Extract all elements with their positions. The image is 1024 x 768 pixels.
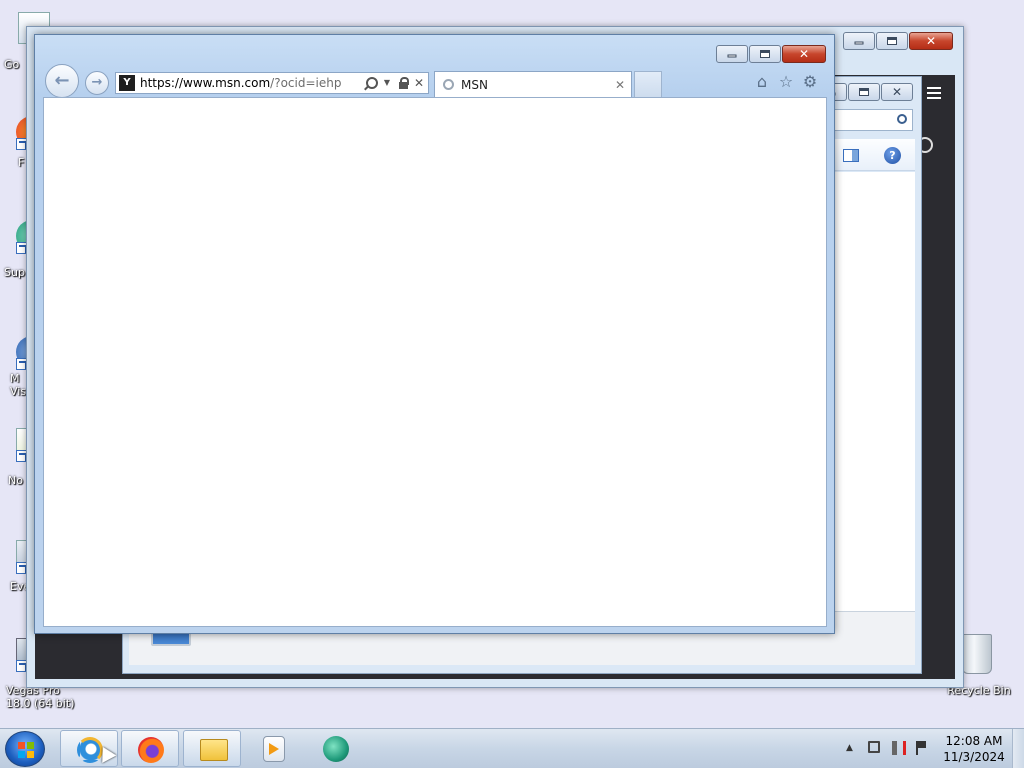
stop-icon[interactable]: ✕ bbox=[412, 75, 426, 91]
back-arrow-icon: ← bbox=[54, 70, 70, 91]
app-icon bbox=[323, 736, 349, 762]
address-url[interactable]: https://www.msn.com/?ocid=iehp bbox=[140, 76, 364, 90]
tab-close-icon[interactable]: ✕ bbox=[612, 78, 628, 92]
windows-logo-icon bbox=[18, 742, 34, 758]
show-hidden-icons-chevron-icon[interactable]: ▲ bbox=[846, 741, 860, 755]
network-icon[interactable] bbox=[868, 741, 880, 753]
forward-arrow-icon: → bbox=[91, 75, 103, 90]
url-scheme: https:// bbox=[140, 76, 184, 90]
taskbar-media-player[interactable] bbox=[245, 730, 303, 767]
close-button[interactable]: ✕ bbox=[881, 83, 913, 101]
taskbar-firefox[interactable] bbox=[121, 730, 179, 767]
close-button[interactable]: ✕ bbox=[909, 32, 953, 50]
minimize-icon bbox=[854, 41, 864, 45]
url-host: www.msn.com bbox=[183, 76, 271, 90]
clock-time: 12:08 AM bbox=[945, 734, 1003, 748]
maximize-icon bbox=[760, 50, 770, 58]
maximize-button[interactable] bbox=[749, 45, 781, 63]
clock[interactable]: 12:08 AM 11/3/2024 bbox=[938, 733, 1010, 765]
action-center-flag-icon[interactable] bbox=[916, 741, 926, 755]
internet-explorer-window[interactable]: ✕ ← → Y https://www.msn.com/?ocid=iehp ▼… bbox=[34, 34, 835, 634]
lock-icon[interactable] bbox=[396, 75, 410, 91]
media-player-icon bbox=[263, 736, 285, 762]
close-icon: ✕ bbox=[891, 85, 903, 99]
taskbar-file-explorer[interactable] bbox=[183, 730, 241, 767]
recycle-bin-icon bbox=[962, 634, 992, 674]
volume-muted-icon[interactable] bbox=[892, 741, 906, 755]
taskbar-teal-app[interactable] bbox=[307, 730, 365, 767]
browser-tab-msn[interactable]: MSN ✕ bbox=[434, 71, 632, 97]
url-path: /?ocid=iehp bbox=[270, 76, 342, 90]
search-icon bbox=[897, 114, 907, 124]
search-icon[interactable] bbox=[364, 75, 378, 91]
preview-pane-icon[interactable] bbox=[843, 149, 859, 162]
maximize-button[interactable] bbox=[876, 32, 908, 50]
minimize-button[interactable] bbox=[843, 32, 875, 50]
address-bar[interactable]: Y https://www.msn.com/?ocid=iehp ▼ ✕ bbox=[115, 72, 429, 94]
system-tray: ▲ bbox=[840, 729, 940, 768]
dropdown-arrow-icon[interactable]: ▼ bbox=[380, 75, 394, 91]
help-icon[interactable]: ? bbox=[884, 147, 901, 164]
firefox-icon bbox=[138, 737, 164, 763]
loading-spinner-icon bbox=[443, 79, 454, 90]
window-caption-buttons: ✕ bbox=[716, 45, 826, 63]
maximize-button[interactable] bbox=[848, 83, 880, 101]
minimize-button[interactable] bbox=[716, 45, 748, 63]
home-icon[interactable]: ⌂ bbox=[753, 73, 771, 91]
folder-icon bbox=[200, 739, 228, 761]
favorites-star-icon[interactable]: ☆ bbox=[777, 73, 795, 91]
close-button[interactable]: ✕ bbox=[782, 45, 826, 63]
close-icon: ✕ bbox=[798, 47, 810, 61]
show-desktop-button[interactable] bbox=[1012, 729, 1024, 768]
window-caption-buttons: ✕ bbox=[843, 32, 953, 50]
msn-favicon-icon: Y bbox=[119, 75, 135, 91]
forward-button[interactable]: → bbox=[85, 71, 109, 95]
clock-date: 11/3/2024 bbox=[943, 750, 1005, 764]
tools-gear-icon[interactable]: ⚙ bbox=[801, 73, 819, 91]
page-content-area[interactable] bbox=[43, 97, 827, 627]
tab-title: MSN bbox=[461, 77, 488, 92]
taskbar: ▲ 12:08 AM 11/3/2024 bbox=[0, 728, 1024, 768]
start-button[interactable] bbox=[5, 731, 45, 767]
maximize-icon bbox=[887, 37, 897, 45]
back-button[interactable]: ← bbox=[45, 64, 79, 98]
minimize-icon bbox=[727, 54, 737, 58]
close-icon: ✕ bbox=[925, 34, 937, 48]
hamburger-menu-icon[interactable] bbox=[927, 87, 941, 99]
new-tab-button[interactable] bbox=[634, 71, 662, 97]
maximize-icon bbox=[859, 88, 869, 96]
